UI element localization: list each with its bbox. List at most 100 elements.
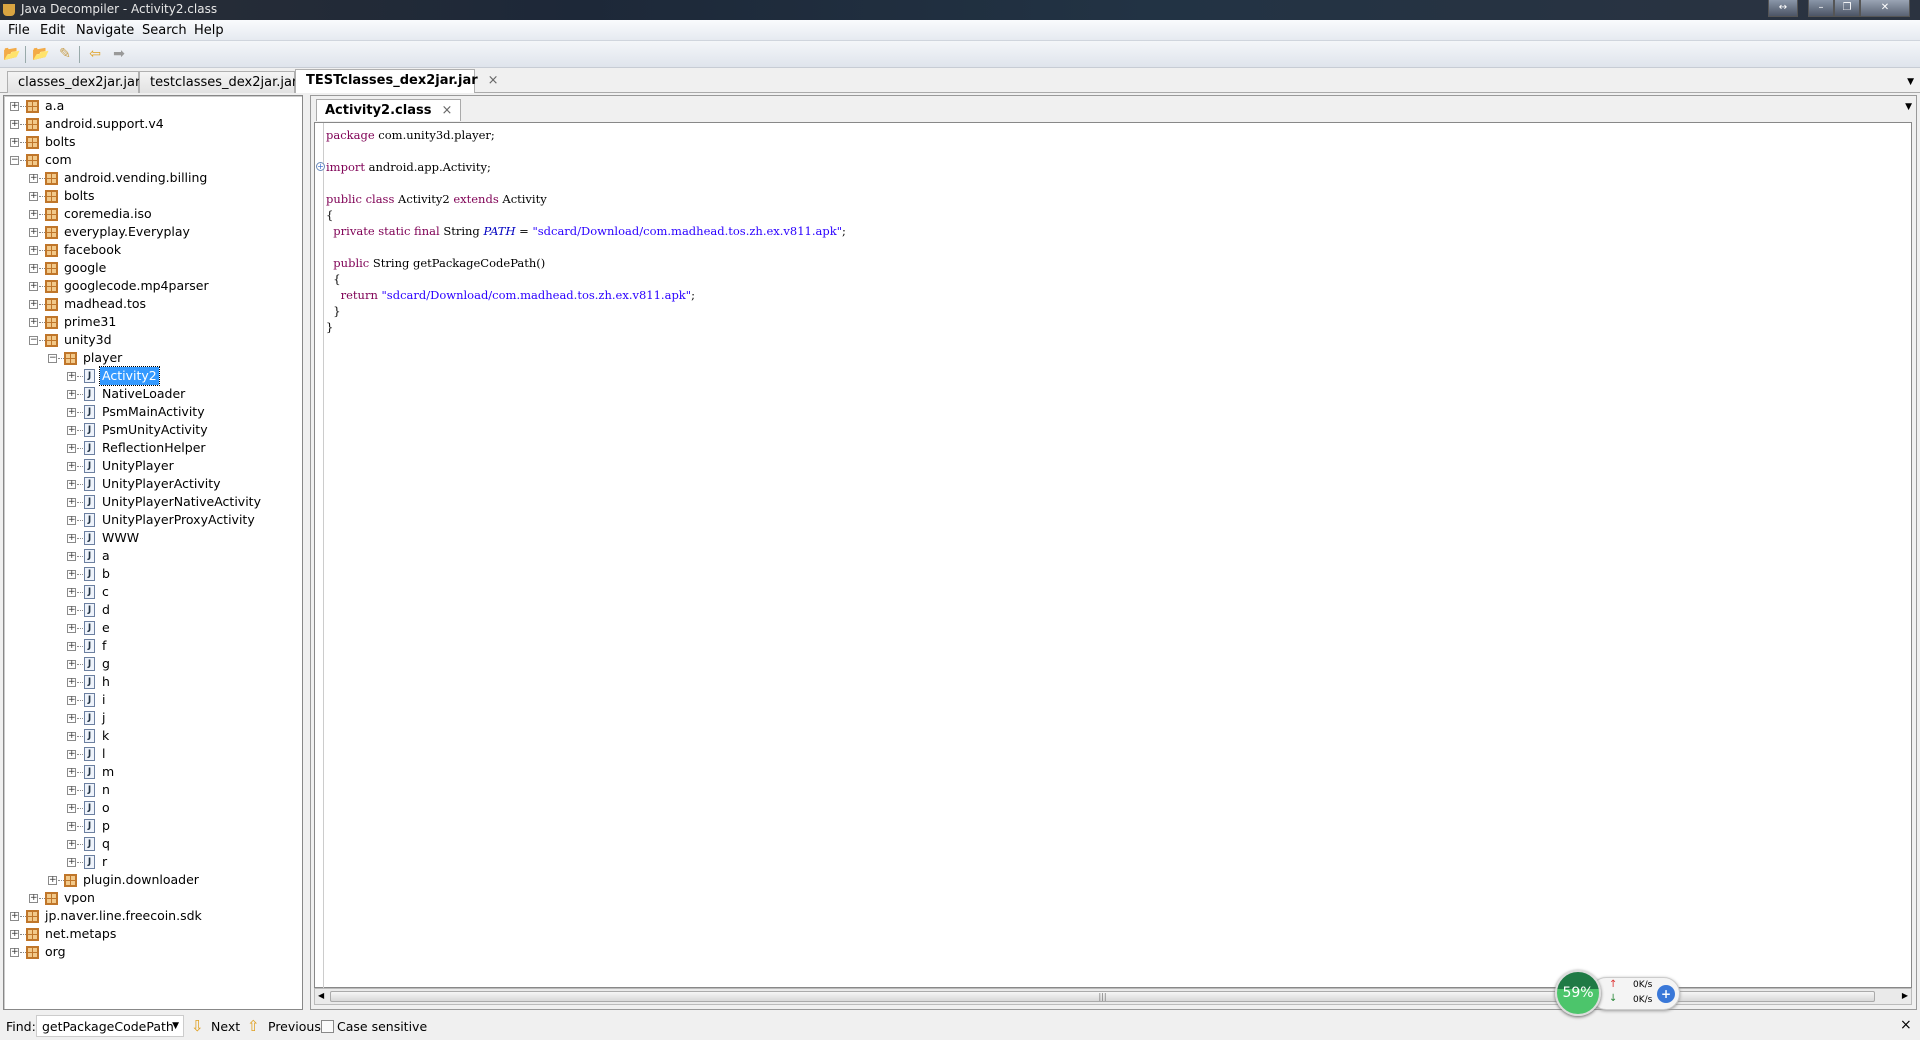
previous-button[interactable]: Previous <box>268 1019 321 1034</box>
expand-icon[interactable]: + <box>67 462 76 471</box>
menu-navigate[interactable]: Navigate <box>76 23 134 38</box>
forward-arrow-icon[interactable]: ➡ <box>110 46 128 62</box>
case-sensitive-checkbox[interactable] <box>321 1020 334 1033</box>
package-icon <box>45 226 58 239</box>
code-keyword: package <box>326 128 375 142</box>
collapse-icon[interactable]: − <box>48 354 57 363</box>
menu-file[interactable]: File <box>8 23 30 38</box>
tab-TESTclasses-dex2jar[interactable]: TESTclasses_dex2jar.jar × <box>295 69 499 93</box>
back-arrow-icon[interactable]: ⇦ <box>86 46 104 62</box>
expand-icon[interactable]: + <box>10 930 19 939</box>
expand-icon[interactable]: + <box>67 768 76 777</box>
collapse-icon[interactable]: − <box>10 156 19 165</box>
expand-icon[interactable]: + <box>67 534 76 543</box>
expand-icon[interactable]: + <box>67 822 76 831</box>
expand-icon[interactable]: + <box>67 444 76 453</box>
tab-classes-dex2jar[interactable]: classes_dex2jar.jar <box>7 71 140 93</box>
tab-activity2-class[interactable]: Activity2.class × <box>316 99 462 121</box>
expand-icon[interactable]: + <box>29 174 38 183</box>
expand-icon[interactable]: + <box>10 138 19 147</box>
expand-icon[interactable]: + <box>67 696 76 705</box>
open-type-icon[interactable]: 📂 <box>32 46 50 62</box>
menu-help[interactable]: Help <box>194 23 224 38</box>
network-monitor-widget[interactable]: ↑ ↓ 0K/s 0K/s + 59% <box>1555 970 1680 1020</box>
java-class-icon: J <box>84 603 95 617</box>
menu-edit[interactable]: Edit <box>40 23 65 38</box>
previous-arrow-icon[interactable]: ⇧ <box>247 1017 260 1035</box>
expand-icon[interactable]: + <box>10 948 19 957</box>
expand-icon[interactable]: + <box>67 606 76 615</box>
expand-icon[interactable]: + <box>10 102 19 111</box>
find-input[interactable]: getPackageCodePath ▼ <box>36 1015 184 1037</box>
expand-icon[interactable]: + <box>29 246 38 255</box>
tab-list-dropdown-icon[interactable]: ▼ <box>1907 77 1914 87</box>
expand-icon[interactable]: + <box>67 714 76 723</box>
expand-icon[interactable]: + <box>29 318 38 327</box>
close-tab-icon[interactable]: × <box>441 103 452 118</box>
open-file-icon[interactable]: 📂 <box>3 46 21 62</box>
tree-connector <box>77 844 83 845</box>
scroll-right-icon[interactable]: ▶ <box>1902 991 1908 1000</box>
collapse-icon[interactable]: − <box>29 336 38 345</box>
expand-icon[interactable]: + <box>67 408 76 417</box>
toolbar-separator <box>25 46 26 63</box>
expand-icon[interactable]: + <box>67 372 76 381</box>
expand-icon[interactable]: + <box>67 426 76 435</box>
java-class-icon: J <box>84 567 95 581</box>
expand-icon[interactable]: + <box>67 390 76 399</box>
expand-icon[interactable]: + <box>48 876 57 885</box>
next-button[interactable]: Next <box>211 1019 240 1034</box>
package-icon <box>45 262 58 275</box>
expand-icon[interactable]: + <box>67 588 76 597</box>
expand-icon[interactable]: + <box>29 282 38 291</box>
tab-list-dropdown-icon[interactable]: ▼ <box>1905 102 1912 112</box>
expand-icon[interactable]: + <box>67 804 76 813</box>
close-tab-icon[interactable]: × <box>488 73 499 88</box>
expand-icon[interactable]: + <box>67 516 76 525</box>
expand-icon[interactable]: + <box>67 732 76 741</box>
minimize-button[interactable]: – <box>1808 0 1834 17</box>
tree-connector <box>77 682 83 683</box>
expand-icon[interactable]: + <box>10 120 19 129</box>
expand-icon[interactable]: + <box>67 678 76 687</box>
expand-icon[interactable]: + <box>67 786 76 795</box>
close-window-button[interactable]: ✕ <box>1860 0 1910 17</box>
expand-icon[interactable]: + <box>67 498 76 507</box>
expand-icon[interactable]: + <box>67 660 76 669</box>
next-arrow-icon[interactable]: ⇩ <box>191 1017 204 1035</box>
maximize-button[interactable]: ❐ <box>1834 0 1860 17</box>
scroll-left-icon[interactable]: ◀ <box>318 991 324 1000</box>
upload-arrow-icon: ↑ <box>1609 979 1618 990</box>
plus-icon[interactable]: + <box>1657 985 1675 1003</box>
window-resize-button[interactable]: ↔ <box>1768 0 1798 17</box>
download-speed: 0K/s <box>1633 995 1653 1005</box>
expand-icon[interactable]: + <box>67 552 76 561</box>
expand-icon[interactable]: + <box>67 858 76 867</box>
code-text: android.app.Activity; <box>365 160 491 174</box>
expand-icon[interactable]: + <box>29 228 38 237</box>
expand-icon[interactable]: + <box>29 300 38 309</box>
source-code-view[interactable]: package com.unity3d.player; import androi… <box>314 122 1912 989</box>
memory-usage-ball[interactable]: 59% <box>1555 970 1601 1016</box>
case-sensitive-label[interactable]: Case sensitive <box>337 1019 427 1034</box>
expand-icon[interactable]: + <box>67 840 76 849</box>
search-icon[interactable]: ✎ <box>56 46 74 62</box>
expand-icon[interactable]: + <box>10 912 19 921</box>
expand-icon[interactable]: + <box>29 192 38 201</box>
close-find-bar-icon[interactable]: × <box>1900 1017 1912 1033</box>
tab-testclasses-dex2jar[interactable]: testclasses_dex2jar.jar <box>139 71 297 93</box>
expand-icon[interactable]: + <box>67 570 76 579</box>
expand-icon[interactable]: + <box>29 894 38 903</box>
dropdown-arrow-icon[interactable]: ▼ <box>172 1021 179 1031</box>
expand-icon[interactable]: + <box>67 624 76 633</box>
menu-search[interactable]: Search <box>142 23 187 38</box>
expand-icon[interactable]: + <box>67 480 76 489</box>
tree-item-label: p <box>102 818 110 833</box>
expand-icon[interactable]: + <box>29 264 38 273</box>
tree-item-label: unity3d <box>64 332 112 347</box>
expand-icon[interactable]: + <box>29 210 38 219</box>
package-tree[interactable]: + a.a + android.support.v4 + bolts − com + androi… <box>3 95 303 1010</box>
fold-expand-icon[interactable]: + <box>316 162 325 171</box>
expand-icon[interactable]: + <box>67 750 76 759</box>
expand-icon[interactable]: + <box>67 642 76 651</box>
